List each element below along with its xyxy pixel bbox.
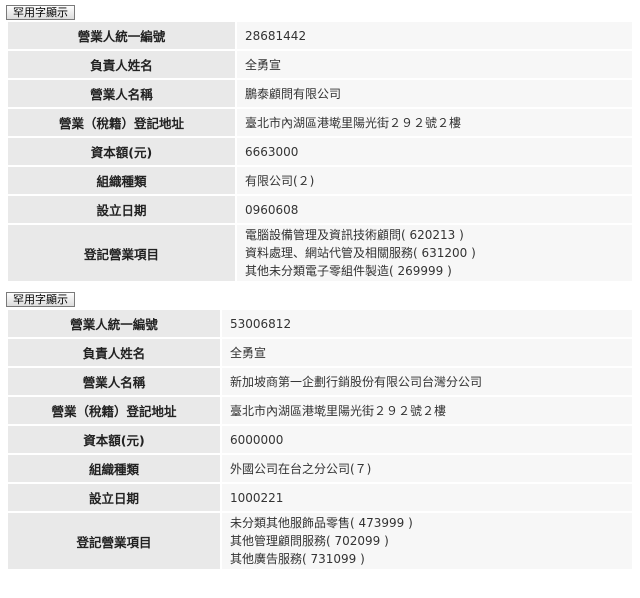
business-name-value: 新加坡商第一企劃行銷股份有限公司台灣分公司 [222,368,632,395]
responsible-person-label: 負責人姓名 [8,339,220,366]
list-item: 其他未分類電子零組件製造( 269999 ) [245,264,452,278]
established-date-label: 設立日期 [8,484,220,511]
registered-address-label: 營業（稅籍）登記地址 [8,109,235,136]
tax-id-label: 營業人統一編號 [8,310,220,337]
tax-id-value: 53006812 [222,310,632,337]
established-date-value: 1000221 [222,484,632,511]
capital-label: 資本額(元) [8,138,235,165]
business-record-table: 營業人統一編號 28681442 負責人姓名 全勇宣 營業人名稱 鵬泰顧問有限公… [6,20,634,283]
organization-type-label: 組織種類 [8,167,235,194]
business-name-label: 營業人名稱 [8,80,235,107]
table-row: 營業（稅籍）登記地址 臺北市內湖區港墘里陽光街２９２號２樓 [8,109,632,136]
table-row: 登記營業項目 電腦設備管理及資訊技術顧問( 620213 ) 資料處理、網站代管… [8,225,632,281]
responsible-person-value: 全勇宣 [237,51,632,78]
registered-address-value: 臺北市內湖區港墘里陽光街２９２號２樓 [222,397,632,424]
established-date-label: 設立日期 [8,196,235,223]
table-row: 負責人姓名 全勇宣 [8,51,632,78]
capital-value: 6663000 [237,138,632,165]
registered-address-value: 臺北市內湖區港墘里陽光街２９２號２樓 [237,109,632,136]
list-item: 電腦設備管理及資訊技術顧問( 620213 ) [245,228,464,242]
capital-label: 資本額(元) [8,426,220,453]
table-row: 登記營業項目 未分類其他服飾品零售( 473999 ) 其他管理顧問服務( 70… [8,513,632,569]
capital-value: 6000000 [222,426,632,453]
established-date-value: 0960608 [237,196,632,223]
table-row: 負責人姓名 全勇宣 [8,339,632,366]
list-item: 其他廣告服務( 731099 ) [230,552,365,566]
rare-char-display-button[interactable]: 罕用字顯示 [6,5,75,20]
business-name-value: 鵬泰顧問有限公司 [237,80,632,107]
list-item: 資料處理、網站代管及相關服務( 631200 ) [245,246,476,260]
business-record-table: 營業人統一編號 53006812 負責人姓名 全勇宣 營業人名稱 新加坡商第一企… [6,308,634,571]
table-row: 設立日期 1000221 [8,484,632,511]
business-name-label: 營業人名稱 [8,368,220,395]
organization-type-value: 有限公司(２) [237,167,632,194]
responsible-person-value: 全勇宣 [222,339,632,366]
table-row: 營業人名稱 鵬泰顧問有限公司 [8,80,632,107]
table-row: 設立日期 0960608 [8,196,632,223]
list-item: 未分類其他服飾品零售( 473999 ) [230,516,413,530]
organization-type-value: 外國公司在台之分公司(７) [222,455,632,482]
registered-address-label: 營業（稅籍）登記地址 [8,397,220,424]
table-row: 營業人名稱 新加坡商第一企劃行銷股份有限公司台灣分公司 [8,368,632,395]
table-row: 資本額(元) 6663000 [8,138,632,165]
responsible-person-label: 負責人姓名 [8,51,235,78]
table-row: 組織種類 外國公司在台之分公司(７) [8,455,632,482]
list-item: 其他管理顧問服務( 702099 ) [230,534,389,548]
business-items-value: 電腦設備管理及資訊技術顧問( 620213 ) 資料處理、網站代管及相關服務( … [237,225,632,281]
business-items-label: 登記營業項目 [8,513,220,569]
business-items-value: 未分類其他服飾品零售( 473999 ) 其他管理顧問服務( 702099 ) … [222,513,632,569]
table-row: 營業人統一編號 53006812 [8,310,632,337]
tax-id-value: 28681442 [237,22,632,49]
business-items-label: 登記營業項目 [8,225,235,281]
tax-id-label: 營業人統一編號 [8,22,235,49]
table-row: 組織種類 有限公司(２) [8,167,632,194]
table-row: 營業（稅籍）登記地址 臺北市內湖區港墘里陽光街２９２號２樓 [8,397,632,424]
organization-type-label: 組織種類 [8,455,220,482]
rare-char-display-button[interactable]: 罕用字顯示 [6,292,75,307]
table-row: 營業人統一編號 28681442 [8,22,632,49]
table-row: 資本額(元) 6000000 [8,426,632,453]
